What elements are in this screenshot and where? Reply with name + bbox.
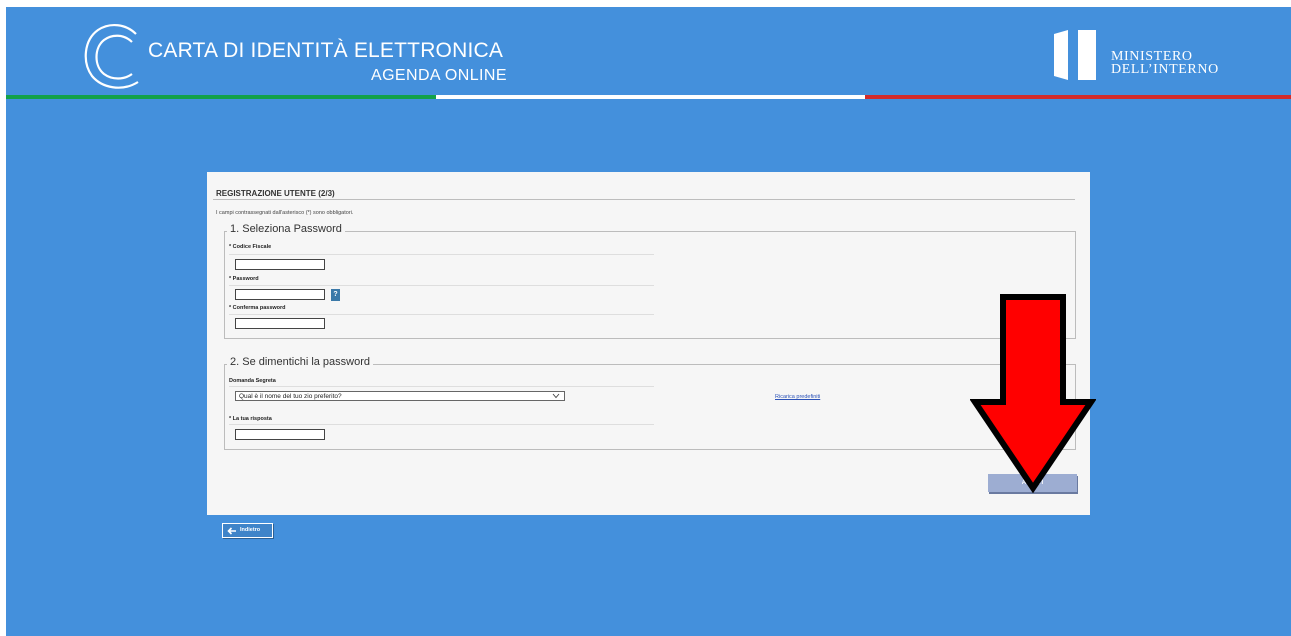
row-divider	[229, 285, 654, 286]
flag-stripe-red	[865, 95, 1291, 99]
flag-stripe-green	[6, 95, 436, 99]
answer-label: * La tua risposta	[229, 416, 272, 422]
app-subtitle: AGENDA ONLINE	[371, 67, 507, 84]
registration-card: REGISTRAZIONE UTENTE (2/3) I campi contr…	[207, 172, 1090, 515]
secret-question-label: Domanda Segreta	[229, 378, 276, 384]
title-divider	[213, 199, 1075, 200]
secret-question-value: Qual è il nome del tuo zio preferito?	[239, 393, 342, 400]
flag-stripe-white	[436, 95, 865, 99]
form-title: REGISTRAZIONE UTENTE (2/3)	[216, 189, 335, 198]
password-help-button[interactable]: ?	[331, 289, 340, 301]
back-button[interactable]: Indietro	[222, 523, 273, 538]
recovery-section-legend: 2. Se dimentichi la password	[227, 356, 374, 368]
row-divider	[229, 314, 654, 315]
confirm-password-label: * Conferma password	[229, 305, 286, 311]
answer-input[interactable]	[235, 429, 325, 440]
required-fields-note: I campi contrassegnati dall'asterisco (*…	[216, 210, 354, 216]
back-button-label: Indietro	[240, 527, 261, 533]
password-input[interactable]	[235, 289, 325, 300]
codice-fiscale-input[interactable]	[235, 259, 325, 270]
password-section-legend: 1. Seleziona Password	[227, 223, 345, 235]
password-label: * Password	[229, 276, 259, 282]
secret-question-select[interactable]: Qual è il nome del tuo zio preferito?	[235, 391, 565, 401]
ministry-name: MINISTERO DELL’INTERNO	[1111, 50, 1219, 77]
recovery-section	[224, 364, 1076, 450]
ministry-line-2: DELL’INTERNO	[1111, 62, 1219, 77]
arrow-left-icon	[227, 527, 236, 535]
row-divider	[229, 386, 654, 387]
row-divider	[229, 254, 654, 255]
red-down-arrow-icon	[970, 294, 1096, 493]
confirm-password-input[interactable]	[235, 318, 325, 329]
app-title: CARTA DI IDENTITÀ ELETTRONICA	[148, 39, 504, 62]
cie-logo-icon	[84, 24, 139, 89]
reload-defaults-link[interactable]: Ricarica predefiniti	[775, 394, 820, 400]
codice-fiscale-label: * Codice Fiscale	[229, 244, 272, 250]
ministero-logo-icon	[1054, 30, 1096, 80]
row-divider	[229, 424, 654, 425]
chevron-down-icon	[552, 393, 560, 399]
